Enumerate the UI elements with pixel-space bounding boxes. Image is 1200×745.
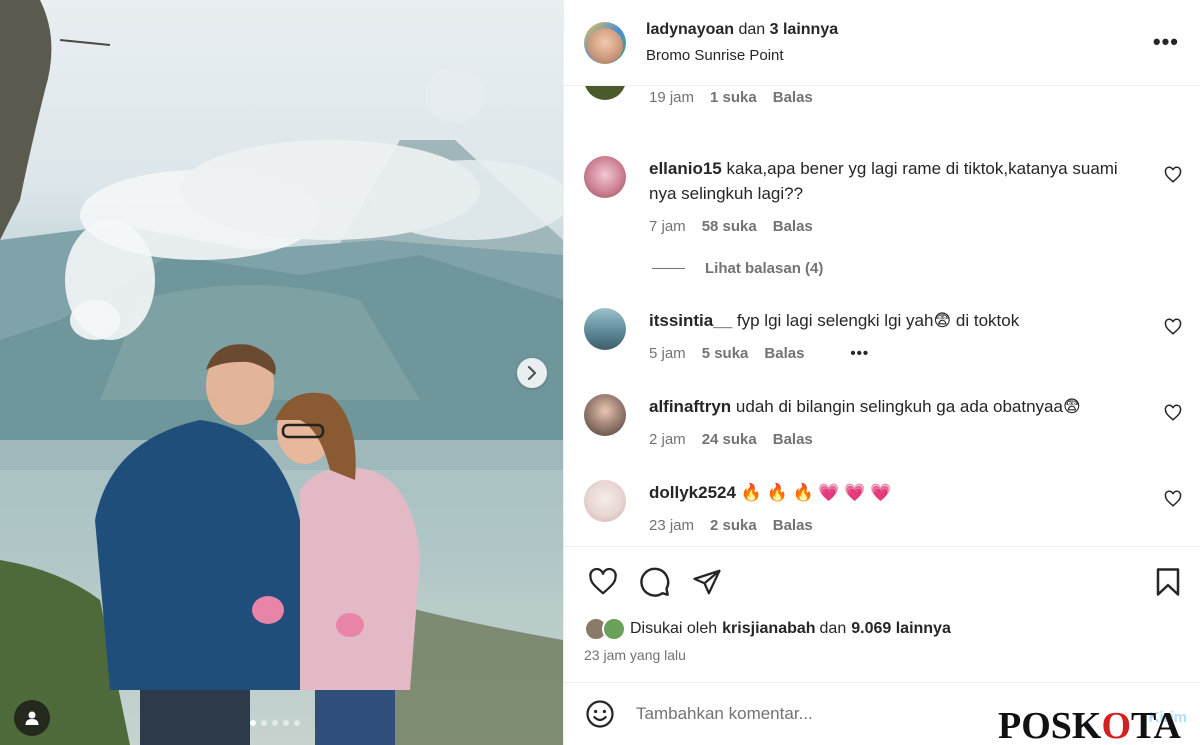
comment-time: 23 jam xyxy=(649,517,695,534)
commenter-username[interactable]: ellanio15 xyxy=(649,159,722,178)
comment-text: 🔥 🔥 🔥 💗 💗 💗 xyxy=(740,483,892,502)
chevron-right-icon xyxy=(527,366,537,380)
send-icon xyxy=(693,569,721,595)
commenter-avatar[interactable] xyxy=(584,308,626,350)
reply-button[interactable]: Balas xyxy=(773,517,813,534)
reply-button[interactable]: Balas xyxy=(773,89,813,106)
tagged-users-button[interactable] xyxy=(14,700,50,736)
post-sidebar: ladynayoan dan 3 lainnya Bromo Sunrise P… xyxy=(563,0,1200,745)
commenter-avatar[interactable] xyxy=(584,86,626,100)
comment-text: fyp lgi lagi selengki lgi yah xyxy=(736,311,934,330)
post-location[interactable]: Bromo Sunrise Point xyxy=(646,47,838,64)
liker-avatar xyxy=(602,617,626,641)
view-replies-button[interactable]: Lihat balasan (4) xyxy=(652,260,823,277)
comment-emoji: 😨 xyxy=(933,311,952,330)
user-icon xyxy=(25,711,39,725)
author-and: dan xyxy=(738,21,766,38)
reply-button[interactable]: Balas xyxy=(764,345,804,362)
likes-count[interactable]: 9.069 lainnya xyxy=(851,620,951,638)
post-header: ladynayoan dan 3 lainnya Bromo Sunrise P… xyxy=(564,0,1200,86)
carousel-dot xyxy=(250,720,256,726)
likes-and: dan xyxy=(819,620,847,637)
comment-likes[interactable]: 58 suka xyxy=(702,218,757,235)
post-actions: Disukai oleh krisjianabah dan 9.069 lain… xyxy=(564,546,1200,682)
carousel-dot xyxy=(294,720,300,726)
like-button[interactable] xyxy=(584,565,622,599)
comment-more-button[interactable]: ••• xyxy=(850,345,869,362)
next-photo-button[interactable] xyxy=(517,358,547,388)
heart-icon[interactable] xyxy=(1164,404,1182,422)
smiley-icon xyxy=(586,700,614,728)
photo-scene xyxy=(0,0,563,745)
comment-button[interactable] xyxy=(636,565,674,599)
likes-summary[interactable]: Disukai oleh krisjianabah dan 9.069 lain… xyxy=(584,617,951,641)
share-button[interactable] xyxy=(688,565,726,599)
carousel-indicator xyxy=(250,720,300,726)
comments-list[interactable]: ♥ ♥ ♥ 19 jam 1 suka Balas ellanio15 kaka… xyxy=(564,86,1200,546)
heart-icon[interactable] xyxy=(1164,166,1182,184)
commenter-username[interactable]: dollyk2524 xyxy=(649,483,736,502)
comment-icon xyxy=(640,567,670,597)
likes-prefix: Disukai oleh xyxy=(630,620,718,637)
comment-emoji: 😨 xyxy=(1062,397,1081,416)
comment-likes[interactable]: 24 suka xyxy=(702,431,757,448)
heart-icon xyxy=(589,567,617,595)
bookmark-icon xyxy=(1156,568,1180,596)
commenter-username[interactable]: itssintia__ xyxy=(649,311,732,330)
commenter-username[interactable]: alfinaftryn xyxy=(649,397,731,416)
heart-icon[interactable] xyxy=(1164,490,1182,508)
commenter-avatar[interactable] xyxy=(584,156,626,198)
poskota-watermark: POSKOTA xyxy=(998,705,1181,745)
comment-likes[interactable]: 2 suka xyxy=(710,517,757,534)
comment-likes[interactable]: 5 suka xyxy=(702,345,749,362)
post-authors[interactable]: ladynayoan dan 3 lainnya xyxy=(646,21,838,39)
commenter-avatar[interactable] xyxy=(584,394,626,436)
liker-username[interactable]: krisjianabah xyxy=(722,620,815,638)
comment-time: 2 jam xyxy=(649,431,686,448)
author-avatar[interactable] xyxy=(584,21,626,64)
coauthors-link[interactable]: 3 lainnya xyxy=(770,21,838,38)
heart-icon[interactable] xyxy=(1164,318,1182,336)
author-username[interactable]: ladynayoan xyxy=(646,21,734,38)
reply-button[interactable]: Balas xyxy=(773,431,813,448)
comment-text: udah di bilangin selingkuh ga ada obatny… xyxy=(735,397,1063,416)
emoji-button[interactable] xyxy=(584,698,616,730)
carousel-dot xyxy=(272,720,278,726)
save-button[interactable] xyxy=(1151,565,1185,599)
post-timestamp[interactable]: 23 jam yang lalu xyxy=(584,647,686,663)
comment-text-after: di toktok xyxy=(955,311,1020,330)
comment-time: 19 jam xyxy=(649,89,695,106)
more-options-button[interactable]: ••• xyxy=(1152,29,1179,54)
comment-likes[interactable]: 1 suka xyxy=(710,89,757,106)
comment-input[interactable] xyxy=(636,704,996,724)
carousel-dot xyxy=(283,720,289,726)
post-photo[interactable] xyxy=(0,0,563,745)
comment-time: 5 jam xyxy=(649,345,686,362)
reply-button[interactable]: Balas xyxy=(773,218,813,235)
replies-divider xyxy=(652,268,685,269)
commenter-avatar[interactable] xyxy=(584,480,626,522)
view-replies-label[interactable]: Lihat balasan (4) xyxy=(705,260,823,277)
more-horizontal-icon: ••• xyxy=(1152,29,1179,54)
comment-time: 7 jam xyxy=(649,218,686,235)
carousel-dot xyxy=(261,720,267,726)
